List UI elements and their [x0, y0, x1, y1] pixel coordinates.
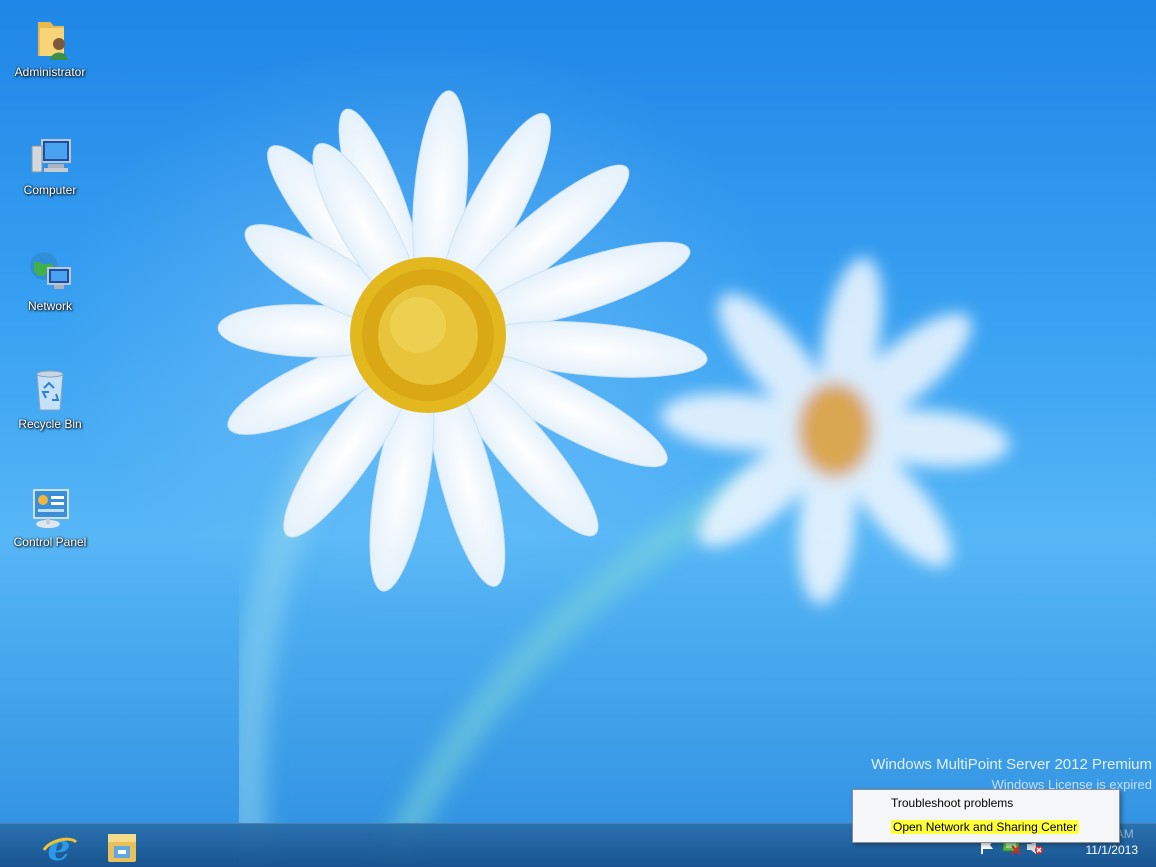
network-icon [26, 248, 74, 296]
user-folder-icon [26, 14, 74, 62]
svg-text:e: e [48, 828, 71, 866]
desktop[interactable]: Administrator Computer Network Recycle B… [0, 0, 1156, 867]
network-context-menu[interactable]: Troubleshoot problems Open Network and S… [852, 789, 1120, 843]
desktop-icon-recycle-bin[interactable]: Recycle Bin [4, 366, 96, 431]
taskbar-file-explorer[interactable] [96, 828, 150, 866]
desktop-icon-label: Network [27, 299, 72, 313]
clock-date: 11/1/2013 [1085, 843, 1139, 857]
menu-item-open-network-sharing-center[interactable]: Open Network and Sharing Center [855, 816, 1117, 838]
desktop-icon-label: Recycle Bin [18, 417, 82, 431]
desktop-icon-computer[interactable]: Computer [4, 132, 96, 197]
recycle-bin-icon [26, 366, 74, 414]
menu-item-troubleshoot-problems[interactable]: Troubleshoot problems [855, 792, 1117, 814]
desktop-icon-label: Computer [23, 183, 77, 197]
file-explorer-icon [96, 834, 150, 867]
desktop-icon-control-panel[interactable]: Control Panel [4, 484, 96, 549]
desktop-icon-label: Administrator [14, 65, 86, 79]
desktop-icon-network[interactable]: Network [4, 248, 96, 313]
menu-item-label: Troubleshoot problems [891, 796, 1014, 810]
control-panel-icon [26, 484, 74, 532]
desktop-icon-administrator[interactable]: Administrator [4, 14, 96, 79]
internet-explorer-icon: e [32, 827, 86, 867]
computer-icon [26, 132, 74, 180]
desktop-icon-label: Control Panel [13, 535, 87, 549]
menu-item-label: Open Network and Sharing Center [891, 820, 1080, 834]
wallpaper-daisy [217, 90, 1010, 867]
edition-text: Windows MultiPoint Server 2012 Premium [871, 756, 1152, 773]
taskbar-internet-explorer[interactable]: e [32, 827, 86, 867]
